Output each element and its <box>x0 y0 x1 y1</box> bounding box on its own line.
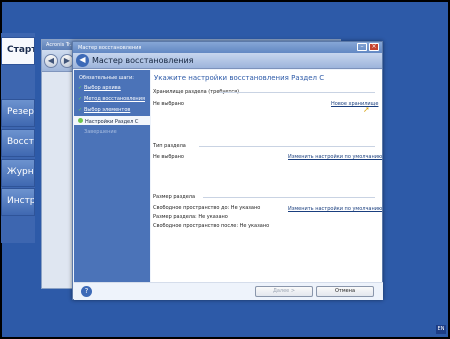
sidebar-item-restore[interactable]: Восстo <box>1 129 35 157</box>
step-select-archive[interactable]: ✓ Выбор архива <box>78 85 121 91</box>
step-finish: Завершение <box>84 129 117 135</box>
steps-heading: Обязательные шаги: <box>79 75 134 81</box>
wizard-steps-panel: Обязательные шаги: ✓ Выбор архива ✓ Метод … <box>74 70 150 300</box>
restore-wizard-dialog: Мастер восстановления – × ◀ Мастер восст… <box>72 41 383 300</box>
step-restore-method[interactable]: ✓ Метод восстановления <box>78 96 145 102</box>
background-app-sidebar: Старто Резер Восстo Журна Инстру <box>1 33 35 243</box>
partition-type-change-link[interactable]: Изменить настройки по умолчанию <box>288 154 382 160</box>
dialog-header: ◀ Мастер восстановления <box>73 53 382 69</box>
dialog-titlebar-text: Мастер восстановления <box>78 45 142 51</box>
divider <box>203 197 375 198</box>
partition-type-value: Не выбрано <box>153 154 184 160</box>
wizard-logo-icon: ◀ <box>76 54 89 67</box>
mouse-cursor-icon: ➚ <box>363 105 370 114</box>
step-label: Выбор элементов <box>84 107 131 113</box>
partition-size-change-link[interactable]: Изменить настройки по умолчанию <box>288 206 382 212</box>
free-space-before: Свободное пространство до: Не указано <box>153 205 261 211</box>
dialog-footer: ? Далее > Отмена <box>74 282 383 300</box>
sidebar-item-tools[interactable]: Инстру <box>1 188 35 216</box>
divider <box>199 146 375 147</box>
minimize-icon[interactable]: – <box>357 43 367 51</box>
help-icon[interactable]: ? <box>81 286 92 297</box>
page-title: Укажите настройки восстановления Раздел … <box>154 74 325 82</box>
back-arrow-icon[interactable]: ◀ <box>44 54 58 68</box>
storage-value: Не выбрано <box>153 101 184 107</box>
close-icon[interactable]: × <box>369 43 379 51</box>
sidebar-item-log[interactable]: Журна <box>1 159 35 187</box>
current-step-dot-icon <box>78 118 83 123</box>
dialog-titlebar: Мастер восстановления – × <box>73 42 382 53</box>
sidebar-item-backup[interactable]: Резер <box>1 99 35 127</box>
language-indicator[interactable]: EN <box>436 325 446 334</box>
step-label: Настройки Раздел C <box>85 119 139 125</box>
step-select-items[interactable]: ✓ Выбор элементов <box>78 107 130 113</box>
partition-size-heading: Размер раздела <box>153 194 196 200</box>
step-partition-settings[interactable]: Настройки Раздел C <box>74 116 150 125</box>
partition-size-value: Размер раздела: Не указано <box>153 214 228 220</box>
sidebar-item-start[interactable]: Старто <box>1 37 35 65</box>
divider <box>219 92 375 93</box>
dialog-header-title: Мастер восстановления <box>92 56 194 65</box>
partition-type-heading: Тип раздела <box>153 143 186 149</box>
cancel-button[interactable]: Отмена <box>316 286 374 297</box>
new-storage-link[interactable]: Новое хранилище <box>331 101 378 107</box>
step-label: Метод восстановления <box>84 96 145 102</box>
next-button[interactable]: Далее > <box>255 286 313 297</box>
wizard-content: Укажите настройки восстановления Раздел … <box>151 70 382 282</box>
free-space-after: Свободное пространство после: Не указано <box>153 223 270 229</box>
step-label: Выбор архива <box>84 85 121 91</box>
